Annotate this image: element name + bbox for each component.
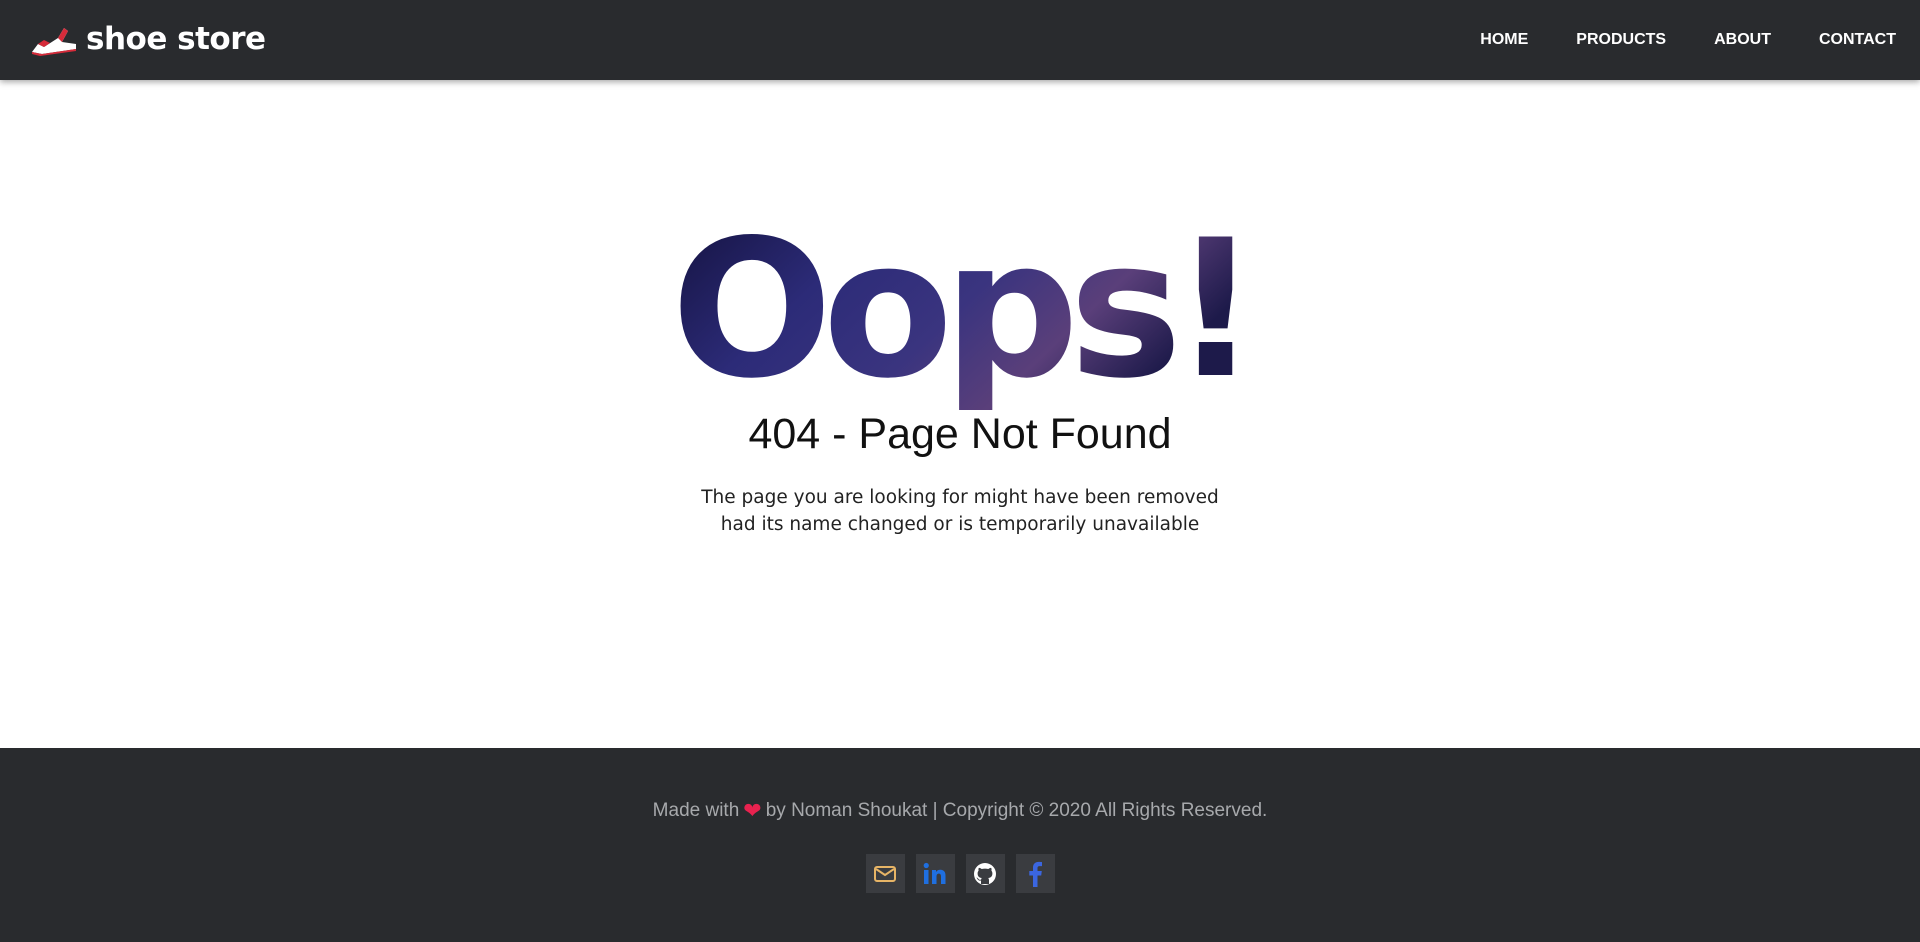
github-button[interactable] (965, 854, 1005, 893)
footer-made-with: Made with (652, 800, 740, 821)
oops-text: Oops! (671, 199, 1249, 410)
error-description-line2: had its name changed or is temporarily u… (720, 514, 1200, 535)
top-navbar: shoe store HOME PRODUCTS ABOUT CONTACT (0, 0, 1920, 80)
github-icon (974, 862, 996, 885)
linkedin-button[interactable] (915, 854, 955, 893)
facebook-button[interactable] (1015, 854, 1055, 893)
error-description-line1: The page you are looking for might have … (701, 487, 1219, 508)
nav-about[interactable]: ABOUT (1714, 31, 1771, 49)
error-description: The page you are looking for might have … (0, 484, 1920, 538)
social-links (0, 854, 1920, 893)
sneaker-icon (32, 28, 76, 56)
footer-credit-text: by Noman Shoukat | Copyright © 2020 All … (765, 800, 1268, 821)
email-button[interactable] (865, 854, 905, 893)
nav-contact[interactable]: CONTACT (1819, 31, 1896, 49)
nav-products[interactable]: PRODUCTS (1576, 31, 1666, 49)
linkedin-icon (923, 862, 946, 884)
main-nav: HOME PRODUCTS ABOUT CONTACT (1432, 0, 1896, 80)
brand-logo-link[interactable]: shoe store (28, 18, 266, 60)
footer-credit: Made with ❤ by Noman Shoukat | Copyright ©… (0, 798, 1920, 824)
heart-icon: ❤ (743, 798, 762, 823)
oops-headline: Oops! (660, 190, 1260, 410)
error-title: 404 - Page Not Found (748, 410, 1172, 458)
nav-home[interactable]: HOME (1480, 31, 1528, 49)
error-page-main: Oops! 404 - Page Not Found The page you … (0, 80, 1920, 748)
facebook-icon (1029, 861, 1042, 887)
site-footer: Made with ❤ by Noman Shoukat | Copyright ©… (0, 748, 1920, 942)
brand-name: shoe store (86, 21, 266, 57)
envelope-icon (874, 865, 896, 882)
